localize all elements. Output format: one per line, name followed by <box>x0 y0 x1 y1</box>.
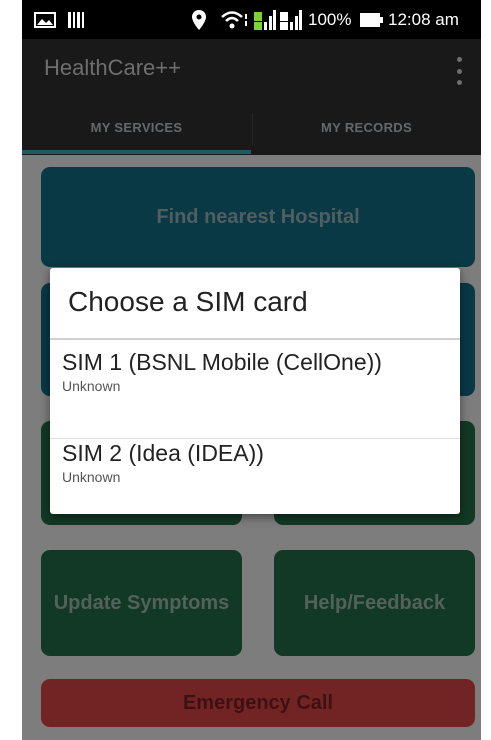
signal-sim2-icon <box>280 0 302 39</box>
status-bar: 100% 12:08 am <box>22 0 481 39</box>
sim-option-2-status: Unknown <box>62 469 121 485</box>
sim-option-2-name: SIM 2 (Idea (IDEA)) <box>62 440 264 466</box>
dialog-title: Choose a SIM card <box>68 286 308 317</box>
sim-option-1-name: SIM 1 (BSNL Mobile (CellOne)) <box>62 349 382 375</box>
dialog-title-divider <box>50 338 460 340</box>
clock: 12:08 am <box>388 9 459 29</box>
sim-option-2[interactable]: SIM 2 (Idea (IDEA)) Unknown <box>50 439 460 514</box>
choose-sim-dialog: Choose a SIM card SIM 1 (BSNL Mobile (Ce… <box>50 268 460 514</box>
location-icon <box>192 0 206 39</box>
barcode-icon <box>68 0 86 39</box>
image-icon <box>34 0 56 39</box>
battery-icon <box>360 0 384 39</box>
sim-option-1-status: Unknown <box>62 378 121 394</box>
battery-percent: 100% <box>308 9 352 29</box>
wifi-icon <box>220 0 248 39</box>
signal-sim1-icon <box>254 0 276 39</box>
sim-option-1[interactable]: SIM 1 (BSNL Mobile (CellOne)) Unknown <box>50 348 460 438</box>
phone-screen: 100% 12:08 am HealthCare++ MY SERVICES M… <box>22 0 481 740</box>
